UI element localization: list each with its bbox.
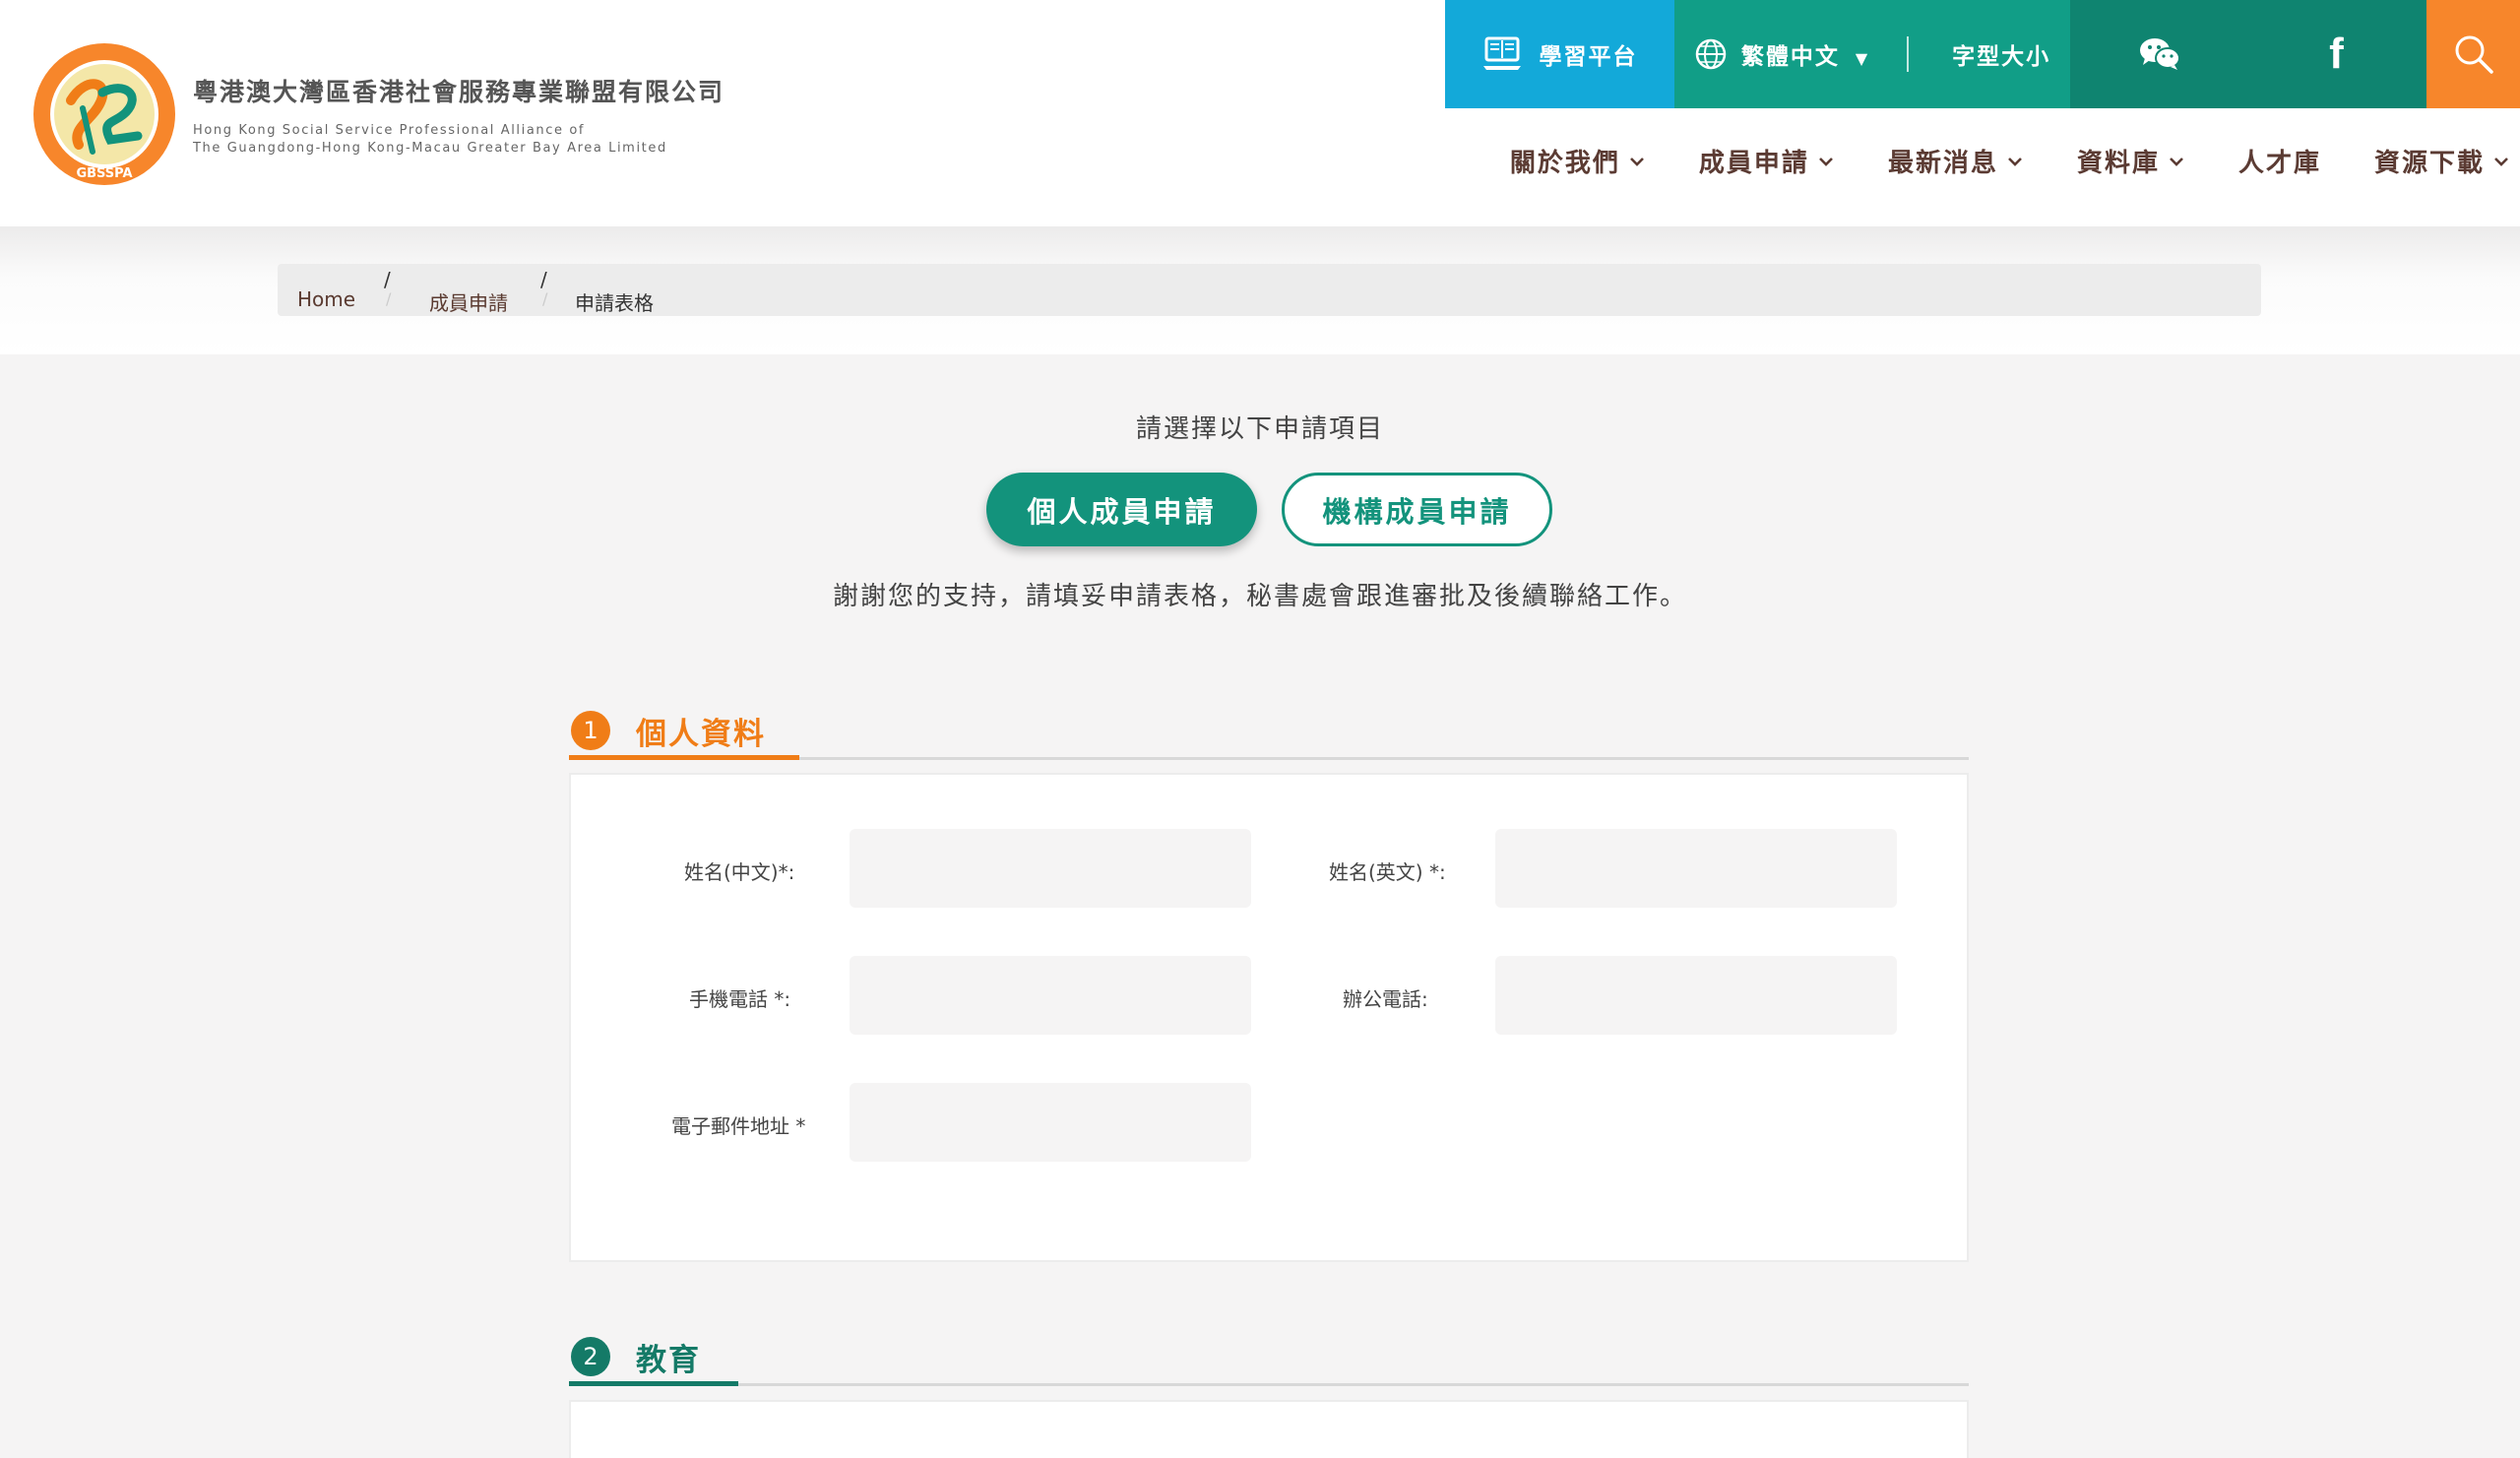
chevron-down-icon	[2494, 157, 2508, 166]
organization-logo[interactable]: GBSSPA	[32, 41, 177, 187]
nav-item-news[interactable]: 最新消息	[1888, 143, 2024, 179]
brand-name-en: Hong Kong Social Service Professional Al…	[193, 122, 724, 158]
email-input[interactable]	[850, 1083, 1251, 1162]
globe-icon	[1695, 38, 1727, 70]
laptop-book-icon	[1482, 36, 1521, 70]
language-bar: 繁體中文 ▼ 字型大小	[1674, 0, 2070, 108]
language-select[interactable]: 繁體中文 ▼	[1741, 37, 1869, 71]
brand-block: 粵港澳大灣區香港社會服務專業聯盟有限公司 Hong Kong Social Se…	[193, 73, 724, 158]
chevron-down-icon	[2170, 157, 2183, 166]
logo-text: GBSSPA	[76, 166, 132, 181]
site-header: GBSSPA 粵港澳大灣區香港社會服務專業聯盟有限公司 Hong Kong So…	[0, 0, 2520, 226]
section-underline	[569, 755, 799, 760]
font-size-button[interactable]: 字型大小	[1952, 37, 2050, 71]
chevron-down-icon	[2008, 157, 2022, 166]
name-en-label: 姓名(英文) *:	[1329, 860, 1446, 884]
email-label: 電子郵件地址 *	[671, 1114, 806, 1138]
facebook-button[interactable]: f	[2248, 0, 2426, 108]
education-form	[569, 1400, 1969, 1458]
nav-item-talent-pool[interactable]: 人才庫	[2238, 143, 2321, 179]
mobile-phone-label: 手機電話 *:	[689, 987, 791, 1011]
nav-item-database[interactable]: 資料庫	[2077, 143, 2185, 179]
breadcrumb-separator: /	[542, 289, 548, 308]
breadcrumb-membership[interactable]: 成員申請	[429, 287, 508, 316]
nav-item-label: 成員申請	[1698, 149, 1809, 178]
breadcrumb-separator: /	[540, 268, 547, 291]
nav-item-membership[interactable]: 成員申請	[1699, 143, 1835, 179]
breadcrumb-separator: /	[384, 268, 391, 291]
section-title: 個人資料	[636, 717, 766, 752]
nav-item-downloads[interactable]: 資源下載	[2374, 143, 2510, 179]
learning-platform-label: 學習平台	[1539, 44, 1638, 70]
section-underline	[569, 1381, 738, 1386]
main-content: 請選擇以下申請項目 個人成員申請 機構成員申請 謝謝您的支持，請填妥申請表格，秘…	[0, 354, 2520, 1458]
facebook-icon: f	[2329, 30, 2346, 78]
personal-info-form: 姓名(中文)*: 姓名(英文) *: 手機電話 *: 辦公電話: 電子郵件地址 …	[569, 773, 1969, 1262]
search-button[interactable]	[2426, 0, 2520, 108]
caret-down-icon: ▼	[1855, 49, 1870, 68]
section-personal-info-header: 1 個人資料	[569, 699, 1969, 760]
brand-name-en-line2: The Guangdong-Hong Kong-Macau Greater Ba…	[193, 141, 667, 156]
section-education-header: 2 教育	[569, 1325, 1969, 1386]
personal-membership-button[interactable]: 個人成員申請	[986, 473, 1257, 546]
breadcrumb-current: 申請表格	[575, 291, 654, 315]
office-phone-input[interactable]	[1495, 956, 1897, 1035]
main-nav: 關於我們 成員申請 最新消息 資料庫 人才庫 資源下載	[1510, 143, 2510, 179]
chevron-down-icon	[1819, 157, 1833, 166]
learning-platform-button[interactable]: 學習平台	[1445, 0, 1674, 108]
application-prompt: 請選擇以下申請項目	[1135, 414, 1384, 444]
wechat-icon	[2139, 38, 2180, 70]
top-utility-bar: 學習平台 繁體中文 ▼ 字型大小 f	[1445, 0, 2520, 108]
nav-item-label: 人才庫	[2237, 149, 2321, 178]
thanks-message: 謝謝您的支持，請填妥申請表格，秘書處會跟進審批及後續聯絡工作。	[832, 582, 1687, 611]
name-zh-label: 姓名(中文)*:	[684, 860, 795, 884]
brand-name-zh: 粵港澳大灣區香港社會服務專業聯盟有限公司	[193, 78, 725, 106]
section-number-badge: 2	[571, 1337, 610, 1376]
breadcrumb: Home / / 成員申請 / / 申請表格	[278, 264, 2261, 316]
nav-item-label: 資源下載	[2373, 149, 2485, 178]
breadcrumb-home[interactable]: Home	[297, 287, 355, 311]
divider	[1907, 36, 1910, 72]
nav-item-label: 關於我們	[1509, 149, 1620, 178]
section-number-badge: 1	[571, 711, 610, 750]
nav-item-label: 資料庫	[2076, 149, 2160, 178]
nav-item-about[interactable]: 關於我們	[1510, 143, 1646, 179]
mobile-phone-input[interactable]	[850, 956, 1251, 1035]
chevron-down-icon	[1630, 157, 1644, 166]
section-title: 教育	[636, 1343, 701, 1378]
organization-membership-button[interactable]: 機構成員申請	[1282, 473, 1552, 546]
nav-item-label: 最新消息	[1887, 149, 1998, 178]
wechat-button[interactable]	[2070, 0, 2248, 108]
name-en-input[interactable]	[1495, 829, 1897, 908]
search-icon	[2455, 35, 2493, 74]
office-phone-label: 辦公電話:	[1343, 987, 1428, 1011]
breadcrumb-separator: /	[386, 289, 392, 308]
brand-name-en-line1: Hong Kong Social Service Professional Al…	[193, 123, 586, 138]
name-zh-input[interactable]	[850, 829, 1251, 908]
language-label: 繁體中文	[1740, 44, 1840, 70]
